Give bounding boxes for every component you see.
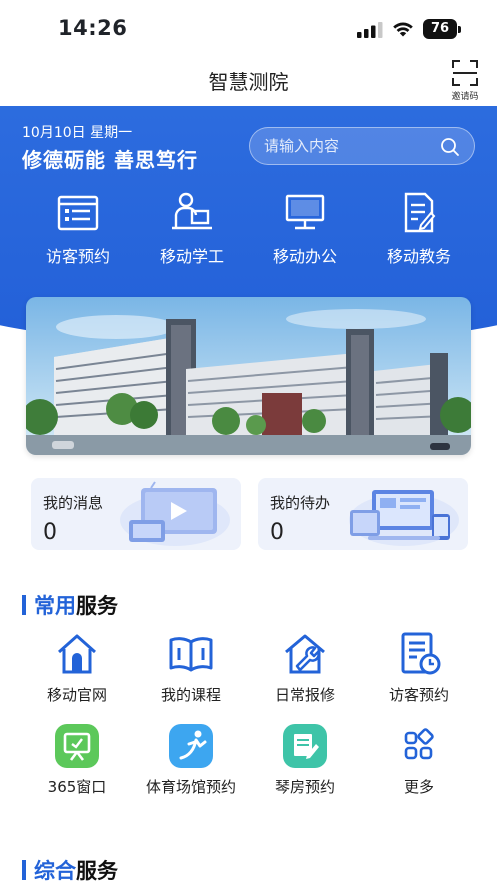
- quick-academic-label: 移动教务: [386, 247, 451, 266]
- date-label: 10月10日 星期一: [22, 125, 133, 141]
- quick-academic[interactable]: 移动教务: [364, 191, 474, 271]
- quick-student-label: 移动学工: [159, 247, 224, 266]
- quick-office[interactable]: 移动办公: [250, 191, 360, 271]
- battery-level: 76: [423, 19, 457, 39]
- quick-visitor-label: 访客预约: [45, 247, 110, 266]
- school-motto: 修德砺能 善思笃行: [22, 148, 198, 172]
- cellular-signal-icon: [357, 22, 383, 38]
- status-time: 14:26: [58, 16, 128, 40]
- quick-office-label: 移动办公: [272, 247, 337, 266]
- book-icon: [169, 637, 213, 672]
- repair-icon: [285, 634, 325, 674]
- todo-count: 0: [270, 520, 284, 545]
- more-grid-icon: [404, 728, 434, 760]
- video-message-icon: [120, 481, 230, 546]
- search-icon[interactable]: [440, 137, 460, 157]
- student-desk-icon: [172, 192, 212, 230]
- scan-label: 邀请码: [451, 92, 479, 102]
- service-official-site[interactable]: 移动官网: [17, 630, 137, 710]
- piano-room-icon: [283, 724, 327, 768]
- window-365-icon: [55, 724, 99, 768]
- sports-icon: [169, 724, 213, 768]
- common-services-title: 常用服务: [22, 590, 118, 620]
- messages-count: 0: [43, 520, 57, 545]
- title-bar: 智慧测院 邀请码: [0, 58, 497, 106]
- calendar-doc-icon: [401, 632, 441, 675]
- my-todo-card[interactable]: 我的待办 0: [258, 478, 468, 550]
- quick-visitor[interactable]: 访客预约: [23, 191, 133, 271]
- service-sports-venue[interactable]: 体育场馆预约: [131, 722, 251, 802]
- visitor-form-icon: [57, 195, 99, 231]
- status-bar: 14:26 76: [0, 0, 497, 58]
- service-label: 移动官网: [46, 686, 107, 704]
- service-label: 琴房预约: [274, 778, 335, 796]
- campus-building-image: [26, 297, 471, 455]
- service-label: 体育场馆预约: [145, 778, 236, 796]
- home-icon: [58, 634, 96, 674]
- service-my-courses[interactable]: 我的课程: [131, 630, 251, 710]
- campus-banner[interactable]: [26, 297, 471, 455]
- general-services-title: 综合服务: [22, 855, 118, 883]
- my-messages-card[interactable]: 我的消息 0: [31, 478, 241, 550]
- service-piano-room[interactable]: 琴房预约: [245, 722, 365, 802]
- battery-icon: 76: [423, 19, 461, 39]
- wifi-icon: [393, 22, 413, 37]
- service-label: 365窗口: [47, 778, 107, 796]
- document-edit-icon: [404, 192, 436, 233]
- service-label: 日常报修: [274, 686, 335, 704]
- todo-title: 我的待办: [270, 494, 331, 512]
- service-more[interactable]: 更多: [359, 722, 479, 802]
- service-visitor-booking[interactable]: 访客预约: [359, 630, 479, 710]
- quick-student[interactable]: 移动学工: [137, 191, 247, 271]
- devices-todo-icon: [349, 490, 459, 546]
- service-label: 我的课程: [160, 686, 221, 704]
- search-input[interactable]: [264, 128, 434, 164]
- messages-title: 我的消息: [43, 494, 104, 512]
- monitor-icon: [285, 194, 325, 230]
- service-label: 更多: [403, 778, 434, 796]
- service-repair[interactable]: 日常报修: [245, 630, 365, 710]
- scan-invite-button[interactable]: 邀请码: [448, 60, 482, 102]
- scan-icon: [452, 60, 478, 86]
- service-label: 访客预约: [388, 686, 449, 704]
- service-365-window[interactable]: 365窗口: [17, 722, 137, 802]
- page-title: 智慧测院: [208, 70, 289, 94]
- search-box[interactable]: [249, 127, 475, 165]
